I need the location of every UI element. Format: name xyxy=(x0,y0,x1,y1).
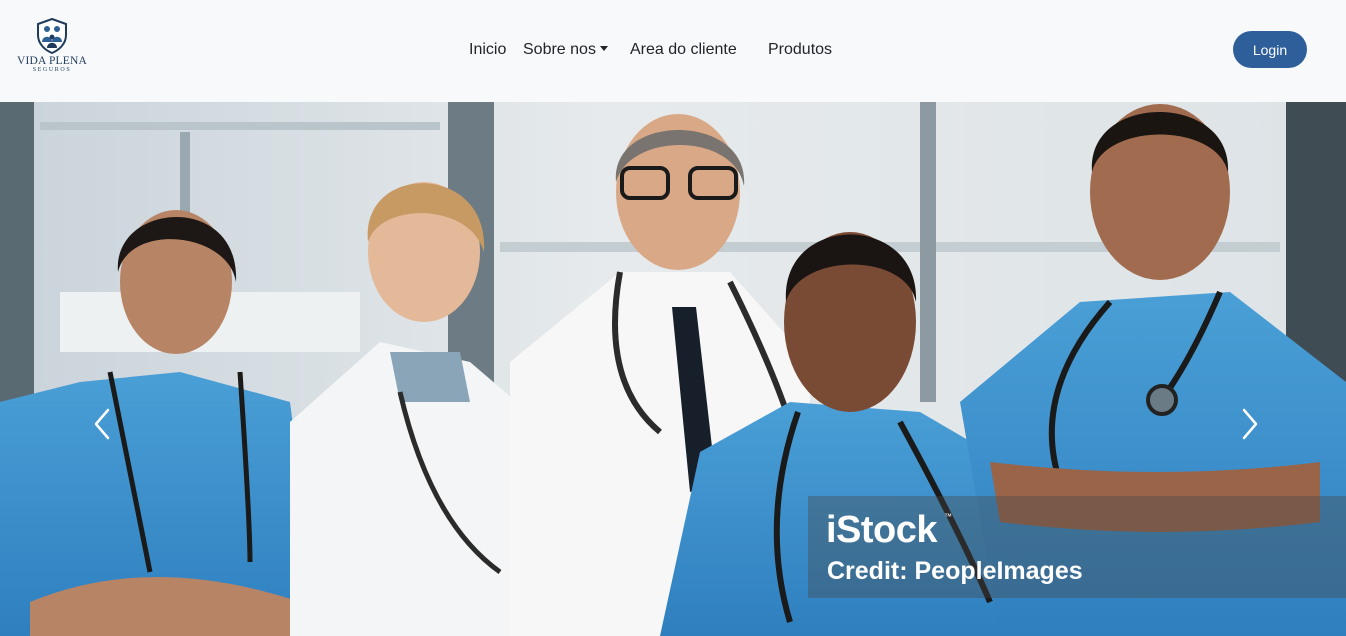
nav-dropdown-sobre-nos[interactable]: Sobre nos xyxy=(523,40,608,60)
carousel-next-button[interactable] xyxy=(1238,402,1262,446)
navbar: VIDA PLENA SEGUROS Inicio Sobre nos Area… xyxy=(0,0,1346,102)
login-button[interactable]: Login xyxy=(1233,31,1307,68)
watermark-credit: Credit: PeopleImages xyxy=(827,557,1083,585)
nav-link-produtos[interactable]: Produtos xyxy=(768,40,832,60)
brand-name: VIDA PLENA xyxy=(16,55,88,67)
watermark-brand: iStock xyxy=(826,509,938,551)
brand-subtitle: SEGUROS xyxy=(32,67,72,73)
carousel-prev-button[interactable] xyxy=(90,402,114,446)
caret-down-icon xyxy=(599,46,608,51)
family-shield-icon xyxy=(37,18,67,54)
nav-link-inicio[interactable]: Inicio xyxy=(469,40,506,60)
watermark-trademark: ™ xyxy=(944,512,952,521)
nav-dropdown-label: Sobre nos xyxy=(523,41,596,58)
chevron-left-icon xyxy=(94,408,110,440)
nav-link-area-do-cliente[interactable]: Area do cliente xyxy=(630,40,737,60)
brand-logo[interactable]: VIDA PLENA SEGUROS xyxy=(14,18,90,80)
chevron-right-icon xyxy=(1242,408,1258,440)
